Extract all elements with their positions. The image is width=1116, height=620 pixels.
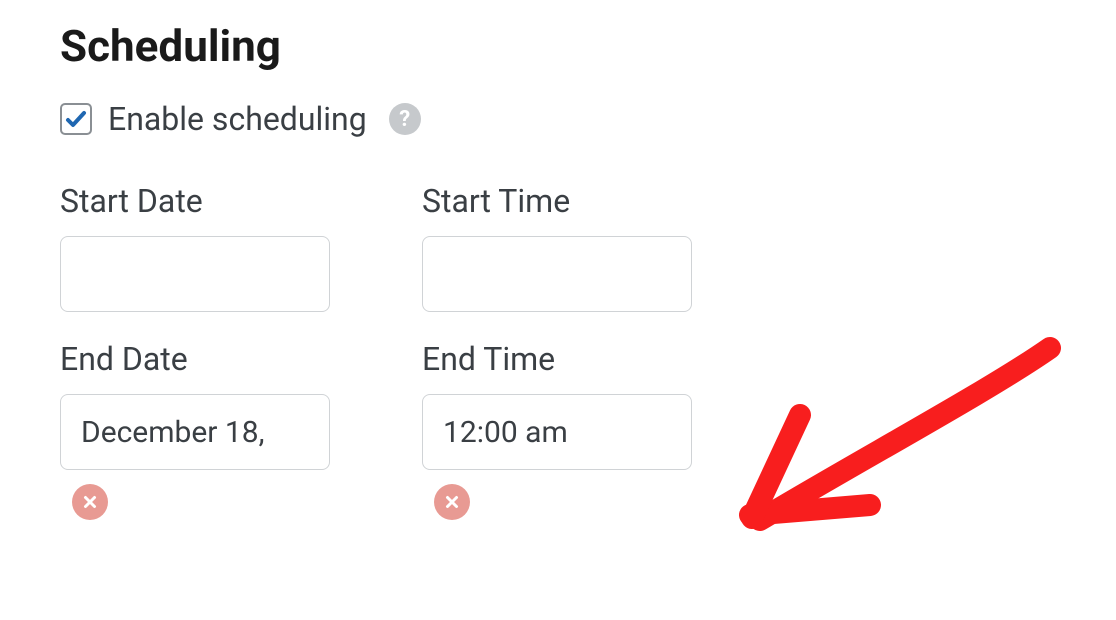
end-date-label: End Date — [60, 340, 330, 378]
start-date-field: Start Date — [60, 182, 330, 312]
end-date-field: End Date — [60, 340, 330, 520]
help-icon[interactable]: ? — [389, 103, 421, 135]
end-date-input[interactable] — [60, 394, 330, 470]
start-date-label: Start Date — [60, 182, 330, 220]
enable-scheduling-row: Enable scheduling ? — [60, 100, 1056, 138]
end-time-clear-button[interactable] — [434, 484, 470, 520]
end-time-label: End Time — [422, 340, 692, 378]
start-date-input[interactable] — [60, 236, 330, 312]
start-time-label: Start Time — [422, 182, 692, 220]
section-title: Scheduling — [60, 20, 1056, 72]
enable-scheduling-checkbox[interactable] — [60, 103, 92, 135]
close-icon — [443, 493, 461, 511]
start-time-input[interactable] — [422, 236, 692, 312]
end-time-field: End Time — [422, 340, 692, 520]
check-icon — [64, 107, 88, 131]
start-time-field: Start Time — [422, 182, 692, 312]
enable-scheduling-label: Enable scheduling — [108, 100, 367, 138]
end-time-input[interactable] — [422, 394, 692, 470]
end-date-clear-button[interactable] — [72, 484, 108, 520]
close-icon — [81, 493, 99, 511]
